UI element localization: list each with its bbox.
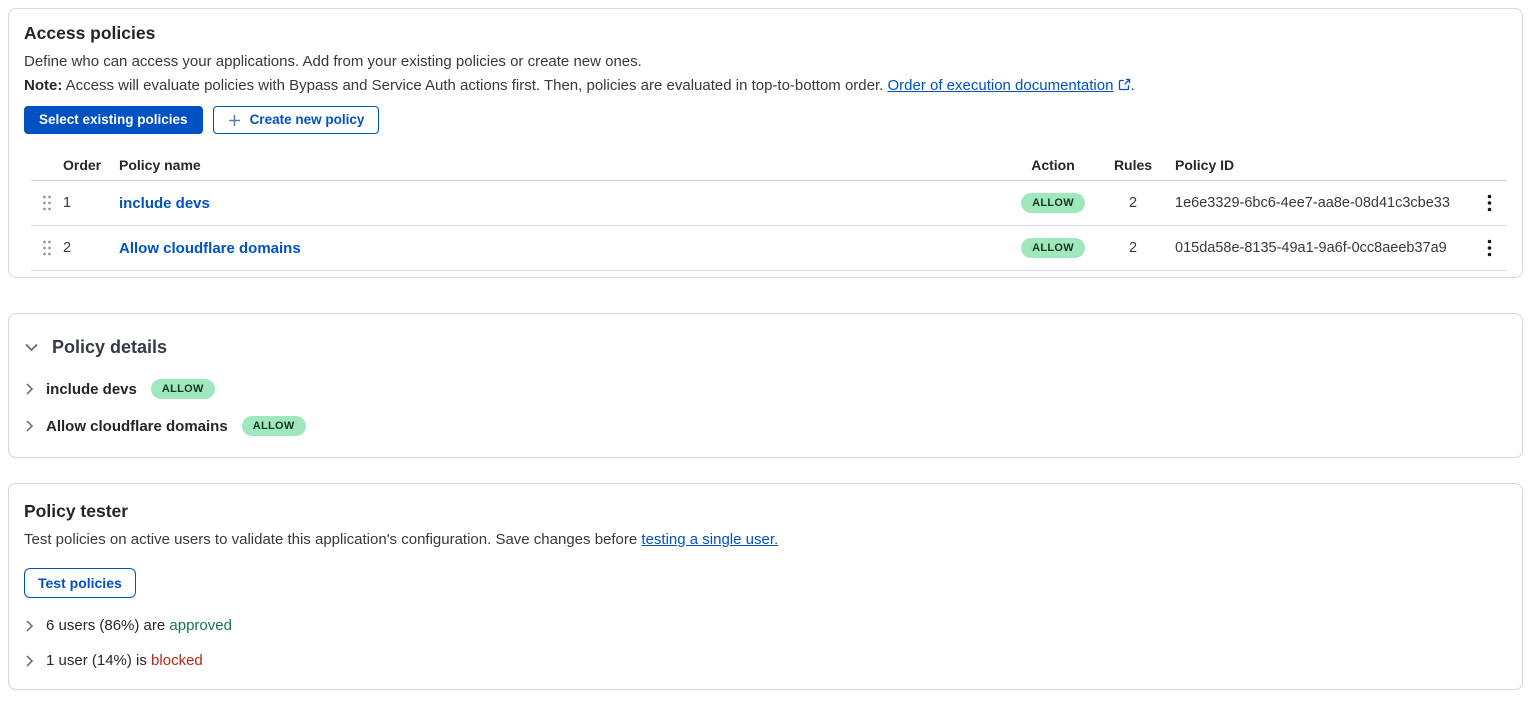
chevron-right-icon (24, 419, 35, 433)
policy-order: 2 (63, 240, 119, 256)
column-header-order: Order (63, 157, 119, 173)
section-description: Define who can access your applications.… (24, 50, 1507, 73)
chevron-right-icon (24, 619, 35, 633)
note-text: Note: Access will evaluate policies with… (24, 74, 1507, 97)
approved-status: approved (169, 617, 232, 634)
chevron-right-icon (24, 382, 35, 396)
result-summary: 1 user (14%) is blocked (46, 652, 203, 669)
note-label: Note: (24, 77, 62, 94)
row-menu-kebab-icon[interactable] (1481, 235, 1498, 261)
drag-handle-icon[interactable] (31, 239, 63, 257)
result-text: 6 users (86%) are (46, 617, 165, 634)
policy-details-title: Policy details (52, 336, 167, 358)
chevron-down-icon (24, 341, 39, 353)
tester-toolbar: Test policies (24, 568, 1507, 598)
result-text: 1 user (14%) is (46, 652, 147, 669)
table-row: 2 Allow cloudflare domains ALLOW 2 015da… (31, 226, 1507, 271)
policies-table: Order Policy name Action Rules Policy ID… (31, 157, 1507, 271)
table-row: 1 include devs ALLOW 2 1e6e3329-6bc6-4ee… (31, 181, 1507, 226)
select-existing-policies-button[interactable]: Select existing policies (24, 106, 203, 134)
policy-id: 1e6e3329-6bc6-4ee7-aa8e-08d41c3cbe33 (1165, 195, 1471, 211)
test-policies-button[interactable]: Test policies (24, 568, 136, 598)
testing-single-user-link[interactable]: testing a single user. (641, 531, 778, 548)
drag-handle-icon[interactable] (31, 194, 63, 212)
tester-description-text: Test policies on active users to validat… (24, 531, 637, 548)
policy-name-link[interactable]: include devs (119, 195, 210, 212)
result-summary: 6 users (86%) are approved (46, 617, 232, 634)
blocked-status: blocked (151, 652, 203, 669)
policy-order: 1 (63, 195, 119, 211)
policy-detail-item[interactable]: include devs ALLOW (24, 379, 1507, 399)
policy-id: 015da58e-8135-49a1-9a6f-0cc8aeeb37a9 (1165, 240, 1471, 256)
policy-detail-name: include devs (46, 381, 137, 398)
policy-tester-title: Policy tester (24, 501, 1507, 522)
action-badge: ALLOW (1021, 238, 1085, 258)
action-badge: ALLOW (242, 416, 306, 436)
policy-details-section: Policy details include devs ALLOW Allow … (8, 313, 1523, 458)
plus-icon (228, 114, 241, 127)
policy-actions-toolbar: Select existing policies Create new poli… (24, 106, 1507, 134)
page-title: Access policies (24, 23, 1507, 44)
row-menu-kebab-icon[interactable] (1481, 190, 1498, 216)
policy-details-header[interactable]: Policy details (24, 336, 1507, 358)
action-badge: ALLOW (1021, 193, 1085, 213)
chevron-right-icon (24, 654, 35, 668)
create-new-policy-button[interactable]: Create new policy (213, 106, 380, 134)
column-header-policy-id: Policy ID (1165, 157, 1471, 173)
policy-tester-section: Policy tester Test policies on active us… (8, 483, 1523, 690)
table-header-row: Order Policy name Action Rules Policy ID (31, 157, 1507, 181)
action-badge: ALLOW (151, 379, 215, 399)
policy-rules-count: 2 (1101, 240, 1165, 256)
tester-result-row[interactable]: 6 users (86%) are approved (24, 617, 1507, 634)
column-header-action: Action (1005, 157, 1101, 173)
policy-rules-count: 2 (1101, 195, 1165, 211)
policy-detail-item[interactable]: Allow cloudflare domains ALLOW (24, 416, 1507, 436)
policy-tester-description: Test policies on active users to validat… (24, 529, 1507, 551)
create-new-policy-label: Create new policy (250, 112, 365, 128)
note-body: Access will evaluate policies with Bypas… (66, 77, 884, 94)
external-link-icon (1118, 78, 1131, 91)
tester-result-row[interactable]: 1 user (14%) is blocked (24, 652, 1507, 669)
policy-detail-name: Allow cloudflare domains (46, 418, 228, 435)
policy-name-link[interactable]: Allow cloudflare domains (119, 240, 301, 257)
order-of-execution-link[interactable]: Order of execution documentation (887, 77, 1113, 94)
column-header-rules: Rules (1101, 157, 1165, 173)
note-period: . (1131, 77, 1135, 94)
access-policies-section: Access policies Define who can access yo… (8, 8, 1523, 278)
column-header-policy-name: Policy name (119, 157, 1005, 173)
